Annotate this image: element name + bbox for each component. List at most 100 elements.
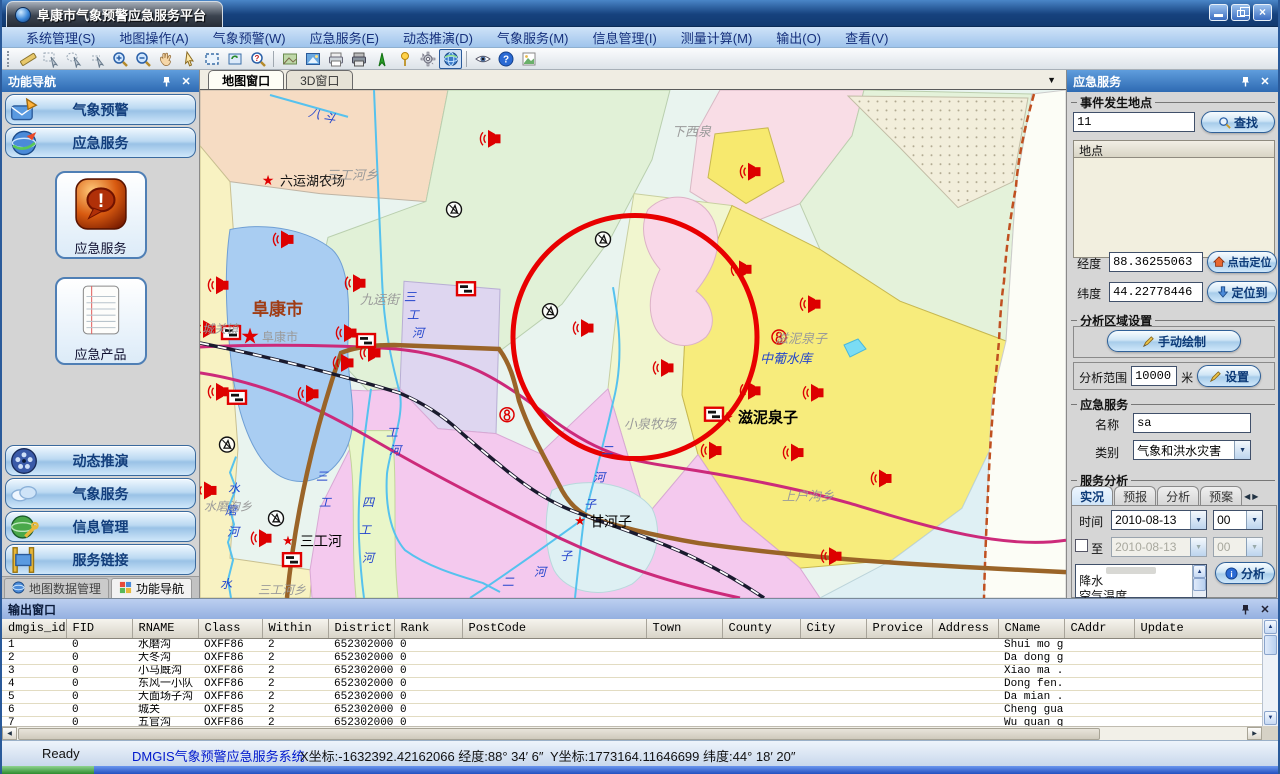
column-header-CAddr[interactable]: CAddr — [1064, 619, 1134, 638]
menu-item[interactable]: 系统管理(S) — [14, 26, 107, 49]
panel-tab-功能导航[interactable]: 功能导航 — [111, 578, 192, 598]
column-header-CName[interactable]: CName — [998, 619, 1064, 638]
sidebar-item-气象服务[interactable]: 气象服务 — [5, 478, 196, 509]
column-header-Town[interactable]: Town — [646, 619, 722, 638]
zoom-in-button[interactable] — [108, 49, 131, 69]
to-date-select[interactable]: 2010-08-13▼ — [1111, 537, 1207, 557]
to-hour-select[interactable]: 00▼ — [1213, 537, 1263, 557]
globe-service-button[interactable] — [439, 49, 462, 69]
tool-button-应急产品[interactable]: 应急产品 — [55, 277, 147, 365]
pan-hand-button[interactable] — [154, 49, 177, 69]
scroll-thumb[interactable] — [1264, 635, 1277, 655]
hazard-flag-marker[interactable] — [457, 282, 475, 295]
identify-button[interactable]: ? — [246, 49, 269, 69]
table-row[interactable]: 40东风一小队OXFF8626523020000Dong fen... — [2, 677, 1262, 690]
city-star-marker[interactable]: ★ — [262, 172, 275, 188]
column-header-Rank[interactable]: Rank — [394, 619, 462, 638]
layers-map-button[interactable] — [278, 49, 301, 69]
panel-tab-地图数据管理[interactable]: 地图数据管理 — [4, 578, 109, 598]
analysis-item-list[interactable]: 降水空气温度 ▲ — [1075, 564, 1207, 598]
menu-item[interactable]: 动态推演(D) — [391, 26, 485, 49]
select-box-button[interactable] — [39, 49, 62, 69]
pin-icon[interactable] — [159, 74, 173, 88]
refresh-view-button[interactable] — [223, 49, 246, 69]
locate-to-button[interactable]: 定位到 — [1207, 281, 1277, 303]
analyze-button[interactable]: i 分析 — [1215, 562, 1275, 584]
analysis-tab-分析[interactable]: 分析 — [1157, 486, 1199, 506]
navigate-arrow-button[interactable] — [370, 49, 393, 69]
column-header-RNAME[interactable]: RNAME — [132, 619, 198, 638]
sidebar-item-动态推演[interactable]: 动态推演 — [5, 445, 196, 476]
pin-icon[interactable] — [1238, 602, 1252, 616]
output-table[interactable]: dmgis_idFIDRNAMEClassWithinDistrictRankP… — [2, 619, 1263, 730]
column-header-Provice[interactable]: Provice — [866, 619, 932, 638]
start-button-edge[interactable] — [2, 766, 94, 774]
full-extent-button[interactable] — [200, 49, 223, 69]
analysis-range-input[interactable] — [1131, 366, 1177, 386]
date-select[interactable]: 2010-08-13▼ — [1111, 510, 1207, 530]
locate-click-button[interactable]: 点击定位 — [1207, 251, 1277, 273]
menu-item[interactable]: 气象服务(M) — [485, 26, 581, 49]
pointer-button[interactable] — [177, 49, 200, 69]
list-scrollbar[interactable]: ▲ — [1192, 565, 1206, 597]
scroll-right-icon[interactable]: ▶ — [1247, 727, 1262, 740]
table-row[interactable]: 10水磨沟OXFF8626523020000Shui mo gou — [2, 638, 1262, 651]
column-header-dmgis_id[interactable]: dmgis_id — [2, 619, 66, 638]
event-location-input[interactable] — [1073, 112, 1195, 132]
column-header-County[interactable]: County — [722, 619, 800, 638]
close-button[interactable]: × — [1253, 4, 1272, 21]
service-type-select[interactable]: 气象和洪水灾害 ▼ — [1133, 440, 1251, 460]
map-tab-dropdown-icon[interactable]: ▼ — [1047, 75, 1056, 85]
scroll-up-icon[interactable]: ▲ — [1264, 620, 1277, 634]
scroll-left-icon[interactable]: ◀ — [2, 727, 17, 740]
menu-item[interactable]: 查看(V) — [833, 26, 900, 49]
service-name-input[interactable] — [1133, 413, 1251, 433]
station-marker[interactable] — [596, 232, 611, 247]
menu-item[interactable]: 输出(O) — [764, 26, 833, 49]
column-header-FID[interactable]: FID — [66, 619, 132, 638]
city-star-marker[interactable]: ★ — [574, 513, 586, 528]
output-horizontal-scrollbar[interactable]: ◀ ▶ — [2, 726, 1262, 740]
restore-button[interactable] — [1231, 4, 1250, 21]
print-preview-button[interactable] — [347, 49, 370, 69]
analysis-list-item[interactable]: 降水 — [1076, 574, 1192, 589]
column-header-Address[interactable]: Address — [932, 619, 998, 638]
station-marker[interactable] — [220, 437, 235, 452]
map-canvas[interactable]: ★★★★★三工河三工四工河水磨河水二河子子河二工河八 斗六运湖农场三工河乡下西泉… — [200, 90, 1066, 598]
tab-scroll-left-icon[interactable]: ◀ — [1244, 492, 1250, 501]
analysis-tab-实况[interactable]: 实况 — [1071, 486, 1113, 506]
map-tab-3D窗口[interactable]: 3D窗口 — [286, 70, 353, 89]
analysis-tab-预报[interactable]: 预报 — [1114, 486, 1156, 506]
station-marker[interactable] — [447, 202, 462, 217]
select-arrow-button[interactable] — [85, 49, 108, 69]
sidebar-item-气象预警[interactable]: 气象预警 — [5, 94, 196, 125]
scroll-up-icon[interactable]: ▲ — [1193, 565, 1206, 578]
help-button[interactable]: ? — [494, 49, 517, 69]
select-lasso-button[interactable] — [62, 49, 85, 69]
hazard-flag-marker[interactable] — [283, 553, 301, 566]
hazard-flag-marker[interactable] — [357, 334, 375, 347]
sidebar-item-信息管理[interactable]: 信息管理 — [5, 511, 196, 542]
settings-gear-button[interactable] — [416, 49, 439, 69]
station-marker[interactable] — [269, 511, 284, 526]
analysis-tab-预案[interactable]: 预案 — [1200, 486, 1242, 506]
tool-button-应急服务[interactable]: !应急服务 — [55, 171, 147, 259]
latitude-input[interactable] — [1109, 282, 1203, 302]
measure-ruler-button[interactable] — [16, 49, 39, 69]
menu-item[interactable]: 测量计算(M) — [669, 26, 765, 49]
tab-scroll-right-icon[interactable]: ▶ — [1252, 492, 1258, 501]
scene-view-button[interactable] — [301, 49, 324, 69]
table-row[interactable]: 30小马厩沟OXFF8626523020000Xiao ma ... — [2, 664, 1262, 677]
table-row[interactable]: 50大面场子沟OXFF8626523020000Da mian ... — [2, 690, 1262, 703]
close-panel-icon[interactable]: ✕ — [1258, 74, 1272, 88]
menu-item[interactable]: 气象预警(W) — [201, 26, 298, 49]
minimize-button[interactable] — [1209, 4, 1228, 21]
city-star-marker[interactable]: ★ — [282, 533, 294, 548]
hazard-flag-marker[interactable] — [228, 391, 246, 404]
menu-item[interactable]: 应急服务(E) — [298, 26, 391, 49]
longitude-input[interactable] — [1109, 252, 1203, 272]
close-panel-icon[interactable]: ✕ — [179, 74, 193, 88]
menu-item[interactable]: 地图操作(A) — [107, 26, 200, 49]
scroll-thumb[interactable] — [18, 728, 1100, 740]
manual-draw-button[interactable]: 手动绘制 — [1107, 330, 1241, 352]
